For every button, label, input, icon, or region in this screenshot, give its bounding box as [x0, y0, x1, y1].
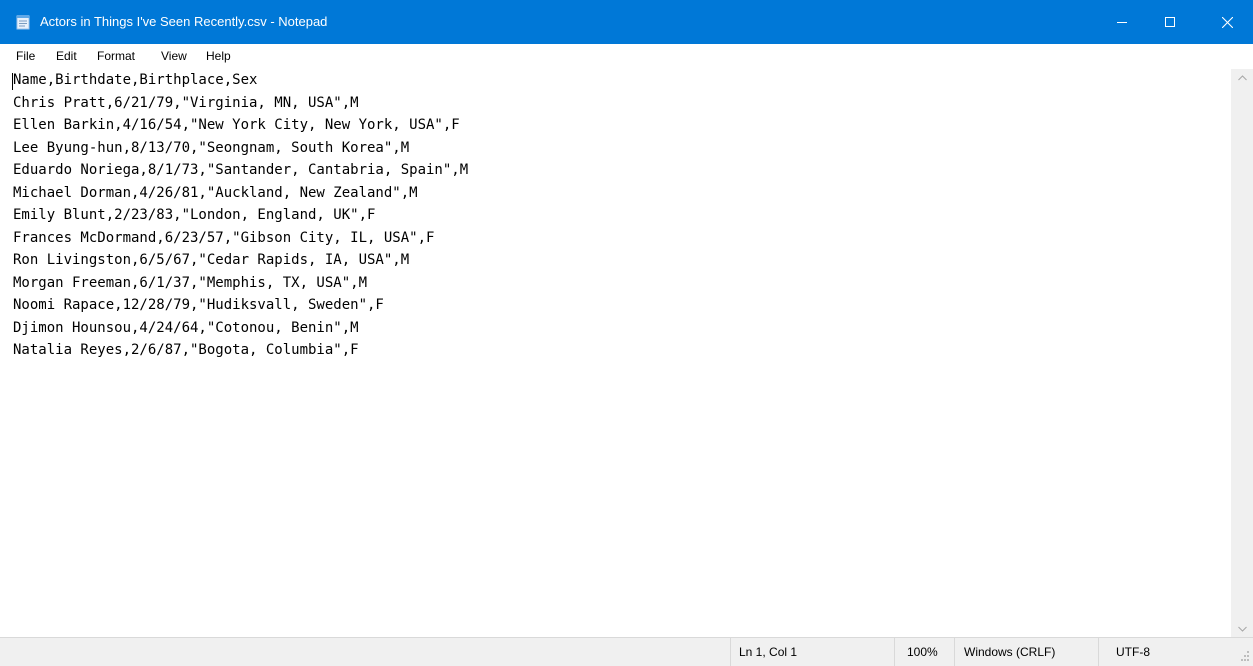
status-encoding: UTF-8	[1098, 638, 1231, 666]
menu-help[interactable]: Help	[203, 44, 234, 68]
status-bar: Ln 1, Col 1 100% Windows (CRLF) UTF-8	[0, 637, 1253, 666]
editor-text[interactable]: Name,Birthdate,Birthplace,Sex Chris Prat…	[8, 69, 1231, 362]
notepad-icon	[16, 15, 30, 30]
chevron-down-icon	[1237, 626, 1247, 632]
maximize-icon	[1165, 17, 1175, 27]
resize-grip-icon[interactable]	[1238, 649, 1250, 663]
text-editor[interactable]: Name,Birthdate,Birthplace,Sex Chris Prat…	[8, 69, 1231, 637]
menu-view[interactable]: View	[158, 44, 190, 68]
close-icon	[1221, 16, 1233, 28]
scroll-up-button[interactable]	[1231, 69, 1253, 86]
window-title: Actors in Things I've Seen Recently.csv …	[40, 14, 328, 29]
close-button[interactable]	[1201, 0, 1253, 44]
status-cursor-position: Ln 1, Col 1	[730, 638, 894, 666]
notepad-window: Actors in Things I've Seen Recently.csv …	[0, 0, 1253, 666]
menu-edit[interactable]: Edit	[53, 44, 80, 68]
minimize-icon	[1117, 22, 1127, 23]
maximize-button[interactable]	[1146, 0, 1194, 44]
status-line-endings: Windows (CRLF)	[954, 638, 1098, 666]
chevron-up-icon	[1237, 74, 1247, 80]
title-bar[interactable]: Actors in Things I've Seen Recently.csv …	[0, 0, 1253, 44]
menu-bar: File Edit Format View Help	[0, 44, 1253, 68]
status-zoom: 100%	[894, 638, 954, 666]
minimize-button[interactable]	[1098, 0, 1146, 44]
text-caret	[12, 73, 13, 90]
vertical-scrollbar[interactable]	[1231, 69, 1253, 637]
scroll-down-button[interactable]	[1231, 620, 1253, 637]
menu-format[interactable]: Format	[94, 44, 138, 68]
menu-file[interactable]: File	[13, 44, 38, 68]
